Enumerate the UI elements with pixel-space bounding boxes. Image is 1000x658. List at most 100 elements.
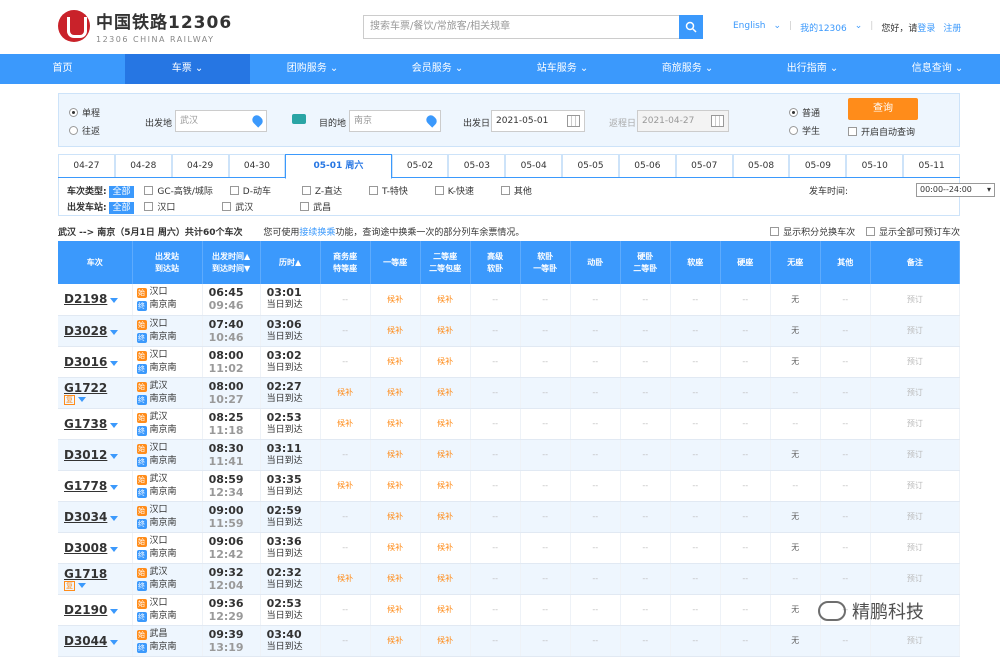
book-button[interactable]: 预订 bbox=[870, 284, 961, 316]
chevron-down-icon[interactable] bbox=[110, 422, 119, 428]
auto-query-checkbox[interactable]: 开启自动查询 bbox=[848, 125, 915, 138]
seat-availability[interactable]: 候补 bbox=[320, 563, 371, 595]
seat-availability[interactable]: 候补 bbox=[370, 439, 421, 471]
train-number-link[interactable]: D3028 bbox=[64, 324, 107, 338]
train-number-link[interactable]: G1778 bbox=[64, 479, 107, 493]
seat-availability[interactable]: 候补 bbox=[420, 625, 471, 657]
book-button[interactable]: 预订 bbox=[870, 625, 961, 657]
chevron-down-icon[interactable] bbox=[78, 396, 86, 402]
student-ticket-radio[interactable]: 学生 bbox=[789, 124, 820, 137]
nav-member[interactable]: 会员服务 ⌄ bbox=[375, 54, 500, 84]
register-link[interactable]: 注册 bbox=[943, 21, 961, 34]
seat-availability[interactable]: 候补 bbox=[370, 284, 421, 316]
column-header[interactable]: 出发时间▲ 到达时间▼ bbox=[202, 241, 261, 284]
chevron-down-icon[interactable] bbox=[78, 582, 86, 588]
date-tab-selected[interactable]: 05-01 周六 bbox=[285, 154, 392, 179]
return-date-input[interactable]: 2021-04-27 bbox=[637, 110, 729, 132]
type-z-checkbox[interactable]: Z-直达 bbox=[301, 186, 342, 197]
chevron-down-icon[interactable] bbox=[110, 298, 119, 304]
seat-availability[interactable]: 候补 bbox=[420, 284, 471, 316]
train-number-link[interactable]: G1718 bbox=[64, 567, 107, 581]
seat-availability[interactable]: 候补 bbox=[370, 346, 421, 378]
train-number-link[interactable]: D3016 bbox=[64, 355, 107, 369]
logo[interactable]: 中国铁路12306 12306 CHINA RAILWAY bbox=[58, 8, 232, 44]
chevron-down-icon[interactable] bbox=[110, 608, 119, 614]
chevron-down-icon[interactable] bbox=[110, 546, 119, 552]
station-wuchang-checkbox[interactable]: 武昌 bbox=[300, 202, 331, 213]
seat-availability[interactable]: 候补 bbox=[370, 315, 421, 347]
train-number-link[interactable]: D3012 bbox=[64, 448, 107, 462]
chevron-down-icon[interactable] bbox=[110, 453, 119, 459]
roundtrip-radio[interactable]: 往返 bbox=[69, 124, 100, 137]
train-number-link[interactable]: D2198 bbox=[64, 292, 107, 306]
train-number-link[interactable]: D2190 bbox=[64, 603, 107, 617]
train-number-link[interactable]: D3034 bbox=[64, 510, 107, 524]
login-link[interactable]: 登录 bbox=[917, 24, 935, 34]
seat-availability[interactable]: 候补 bbox=[370, 594, 421, 626]
type-other-checkbox[interactable]: 其他 bbox=[500, 186, 532, 197]
my12306-link[interactable]: 我的12306 bbox=[800, 21, 847, 34]
train-number-link[interactable]: G1722 bbox=[64, 381, 107, 395]
seat-availability[interactable]: 候补 bbox=[420, 594, 471, 626]
seat-availability[interactable]: 候补 bbox=[370, 377, 421, 409]
train-number-link[interactable]: G1738 bbox=[64, 417, 107, 431]
chevron-down-icon[interactable] bbox=[110, 639, 119, 645]
seat-availability[interactable]: 候补 bbox=[370, 625, 421, 657]
seat-availability[interactable]: 候补 bbox=[420, 439, 471, 471]
seat-availability[interactable]: 候补 bbox=[420, 408, 471, 440]
date-tab[interactable]: 05-05 bbox=[562, 154, 619, 177]
nav-info[interactable]: 信息查询 ⌄ bbox=[875, 54, 1000, 84]
seat-availability[interactable]: 候补 bbox=[420, 532, 471, 564]
language-switch[interactable]: English bbox=[733, 21, 766, 34]
seat-availability[interactable]: 候补 bbox=[320, 377, 371, 409]
type-d-checkbox[interactable]: D-动车 bbox=[229, 186, 271, 197]
nav-group[interactable]: 团购服务 ⌄ bbox=[250, 54, 375, 84]
nav-tickets[interactable]: 车票 ⌄ bbox=[125, 54, 250, 84]
seat-availability[interactable]: 候补 bbox=[420, 501, 471, 533]
search-button[interactable] bbox=[679, 15, 703, 39]
book-button[interactable]: 预订 bbox=[870, 346, 961, 378]
chevron-down-icon[interactable] bbox=[110, 515, 119, 521]
book-button[interactable]: 预订 bbox=[870, 501, 961, 533]
date-tab[interactable]: 05-09 bbox=[789, 154, 847, 177]
station-all-button[interactable]: 全部 bbox=[109, 202, 134, 214]
date-tab[interactable]: 05-04 bbox=[505, 154, 563, 177]
seat-availability[interactable]: 候补 bbox=[320, 470, 371, 502]
date-tab[interactable]: 05-10 bbox=[846, 154, 904, 177]
depart-time-select[interactable]: 00:00--24:00 ▾ bbox=[916, 183, 995, 197]
book-button[interactable]: 预订 bbox=[870, 532, 961, 564]
station-wuhan-checkbox[interactable]: 武汉 bbox=[222, 202, 253, 213]
date-tab[interactable]: 04-27 bbox=[58, 154, 115, 177]
station-hankou-checkbox[interactable]: 汉口 bbox=[144, 202, 175, 213]
seat-availability[interactable]: 候补 bbox=[370, 563, 421, 595]
search-input[interactable]: 搜索车票/餐饮/常旅客/相关规章 bbox=[363, 15, 679, 39]
book-button[interactable]: 预订 bbox=[870, 439, 961, 471]
book-button[interactable]: 预订 bbox=[870, 563, 961, 595]
train-number-link[interactable]: D3008 bbox=[64, 541, 107, 555]
depart-date-input[interactable]: 2021-05-01 bbox=[491, 110, 585, 132]
points-checkbox[interactable]: 显示积分兑换车次 bbox=[770, 227, 855, 238]
oneway-radio[interactable]: 单程 bbox=[69, 106, 100, 119]
train-number-link[interactable]: D3044 bbox=[64, 634, 107, 648]
date-tab[interactable]: 04-29 bbox=[171, 154, 229, 177]
date-tab[interactable]: 04-30 bbox=[228, 154, 286, 177]
date-tab[interactable]: 05-06 bbox=[618, 154, 676, 177]
seat-availability[interactable]: 候补 bbox=[420, 346, 471, 378]
date-tab[interactable]: 05-07 bbox=[675, 154, 733, 177]
from-station-input[interactable]: 武汉 bbox=[175, 110, 267, 132]
type-gc-checkbox[interactable]: GC-高铁/城际 bbox=[144, 186, 213, 197]
nav-guide[interactable]: 出行指南 ⌄ bbox=[750, 54, 875, 84]
seat-availability[interactable]: 候补 bbox=[370, 501, 421, 533]
seat-availability[interactable]: 候补 bbox=[370, 532, 421, 564]
book-button[interactable]: 预订 bbox=[870, 470, 961, 502]
book-button[interactable]: 预订 bbox=[870, 377, 961, 409]
date-tab[interactable]: 05-08 bbox=[732, 154, 790, 177]
seat-availability[interactable]: 候补 bbox=[420, 563, 471, 595]
swap-stations-button[interactable] bbox=[292, 114, 306, 124]
query-button[interactable]: 查询 bbox=[848, 98, 918, 120]
normal-ticket-radio[interactable]: 普通 bbox=[789, 106, 820, 119]
transfer-link[interactable]: 接续换乘 bbox=[299, 228, 335, 238]
to-station-input[interactable]: 南京 bbox=[349, 110, 441, 132]
chevron-down-icon[interactable] bbox=[110, 329, 119, 335]
date-tab[interactable]: 04-28 bbox=[114, 154, 172, 177]
